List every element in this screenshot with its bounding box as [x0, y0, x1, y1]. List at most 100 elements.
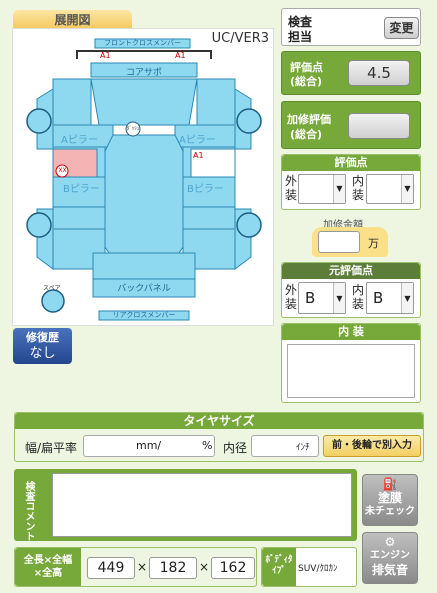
chevron-down-icon: ▼: [401, 283, 413, 313]
body-type-label-box: ﾎﾞﾃﾞｨﾀ ｲﾌﾟ: [262, 548, 296, 586]
extra-score-value[interactable]: [348, 113, 410, 139]
body-type-panel: ﾎﾞﾃﾞｨﾀ ｲﾌﾟ SUV/ｸﾛｶﾝ: [261, 547, 357, 587]
engine-button-line1: エンジン: [370, 550, 410, 561]
orig-outer-label-1: 外: [285, 283, 298, 297]
diagram-tab: 展開図: [13, 10, 132, 30]
score-inner-select[interactable]: ▼: [366, 174, 414, 204]
interior-panel: 内 装: [281, 323, 421, 403]
chevron-down-icon: ▼: [333, 283, 345, 313]
wheel-front-left: [26, 108, 52, 134]
score-outer-select[interactable]: ▼: [298, 174, 346, 204]
orig-inner-select[interactable]: B ▼: [366, 282, 414, 314]
paint-icon: ⛽: [382, 477, 398, 491]
a1-mark-side: A1: [193, 151, 204, 160]
core-support-label: コアサポ: [125, 68, 162, 78]
dim-sep-1: ×: [137, 560, 148, 574]
hood: [90, 78, 198, 126]
tire-width-label: 幅/扁平率: [25, 441, 78, 455]
back-panel-label: バックパネル: [117, 284, 171, 294]
body-type-label-2: ｲﾌﾟ: [272, 566, 286, 576]
rear-cross-label: リアクロスメンバー: [112, 311, 176, 319]
a1-mark-left: A1: [100, 51, 111, 60]
front-bumper-outline: [76, 50, 212, 59]
comment-textarea[interactable]: [52, 473, 352, 537]
interior-title: 内 装: [282, 324, 420, 340]
right-rocker: [182, 206, 236, 230]
orig-outer-label-2: 装: [285, 297, 298, 311]
original-score-panel: 元評価点 外 装 B ▼ 内 装 B ▼: [281, 262, 421, 318]
change-inspector-button[interactable]: 変更: [384, 17, 419, 39]
a-pillar-right-label: Aピラー: [179, 135, 216, 146]
orig-outer-value: B: [305, 289, 316, 307]
score-inner-label-1: 内: [352, 174, 365, 188]
wheel-rear-right: [236, 212, 262, 238]
repair-history-badge: 修復歴 なし: [13, 328, 72, 364]
orig-inner-value: B: [373, 289, 384, 307]
score-points-title: 評価点: [282, 155, 420, 171]
left-rocker: [52, 206, 106, 230]
orig-outer-select[interactable]: B ▼: [298, 282, 346, 314]
repair-history-value: なし: [29, 346, 56, 361]
height-input[interactable]: 162: [211, 557, 255, 579]
comment-label: 検査コメント: [23, 481, 34, 541]
tire-mm-unit: mm/: [136, 439, 162, 452]
paint-check-button[interactable]: ⛽ 塗膜 未チェック: [362, 474, 418, 526]
overall-score-box: 評価点 (総合) 4.5: [281, 51, 421, 95]
spare-tire: [41, 289, 65, 313]
comment-panel: 検査コメント: [14, 469, 357, 541]
body-type-value: SUV/ｸﾛｶﾝ: [298, 564, 338, 574]
tire-split-button[interactable]: 前・後輪で別入力: [323, 435, 421, 457]
orig-inner-label-2: 装: [352, 297, 365, 311]
extra-score-box: 加修評価 (総合): [281, 101, 421, 149]
score-outer-label-1: 外: [285, 174, 298, 188]
extra-score-label-2: (総合): [290, 128, 323, 141]
length-input[interactable]: 449: [87, 557, 135, 579]
wheel-front-right: [236, 108, 262, 134]
b-pillar-right-label: Bピラー: [187, 184, 224, 195]
overall-score-label-2: (総合): [290, 75, 323, 88]
engine-button-line2: 排気音: [371, 563, 408, 577]
front-left-fender: [52, 78, 92, 126]
front-cross-label: フロントクロスメンバー: [104, 39, 181, 47]
dimensions-panel: 全長×全幅 ×全高 449 × 182 × 162: [14, 547, 257, 587]
roof: [104, 134, 184, 260]
inspector-box: 検査 担当 変更: [281, 8, 421, 46]
xx-mark: XX: [58, 167, 67, 174]
a1-mark-right: A1: [175, 51, 186, 60]
front-right-fender: [196, 78, 236, 126]
chevron-down-icon: ▼: [401, 175, 413, 203]
wheel-rear-left: [26, 212, 52, 238]
engine-icon: ⚙: [384, 535, 396, 549]
engine-sound-button[interactable]: ⚙ エンジン 排気音: [362, 532, 418, 584]
dash-label: ﾀﾞｯｼｭ: [126, 126, 140, 132]
tire-panel: タイヤサイズ 幅/扁平率 mm/ % 内径 ｲﾝﾁ 前・後輪で別入力: [14, 412, 424, 462]
dim-sep-2: ×: [199, 560, 210, 574]
extra-score-label-1: 加修評価: [287, 113, 331, 126]
car-diagram[interactable]: UC/VER3 フロントクロスメンバー A1 A1 コアサポ ﾀﾞｯｼｭ Aピラ…: [12, 28, 274, 326]
inspector-label-2: 担当: [288, 30, 313, 44]
spare-label: スペア: [43, 285, 61, 292]
score-outer-label-2: 装: [285, 188, 298, 202]
trunk-floor: [92, 252, 196, 280]
tire-inner-label: 内径: [223, 441, 248, 455]
width-input[interactable]: 182: [149, 557, 197, 579]
orig-inner-label-1: 内: [352, 283, 365, 297]
original-score-title: 元評価点: [282, 263, 420, 279]
tire-inner-input[interactable]: ｲﾝﾁ: [251, 435, 319, 457]
repair-history-title: 修復歴: [26, 331, 59, 344]
repair-cost-box: 万: [312, 227, 388, 257]
interior-textarea[interactable]: [287, 344, 415, 398]
score-inner-label-2: 装: [352, 188, 365, 202]
overall-score-value[interactable]: 4.5: [348, 60, 410, 86]
tire-width-input[interactable]: mm/ %: [83, 435, 215, 457]
paint-button-line1: 塗膜: [377, 491, 402, 505]
paint-button-line2: 未チェック: [365, 506, 415, 517]
repair-cost-input[interactable]: [318, 231, 360, 253]
dimensions-label-2: ×全高: [33, 568, 63, 579]
b-pillar-left-label: Bピラー: [63, 184, 100, 195]
tire-title: タイヤサイズ: [15, 413, 423, 429]
tire-pct-unit: %: [202, 439, 213, 452]
tire-inch-unit: ｲﾝﾁ: [296, 443, 310, 453]
dimensions-label-box: 全長×全幅 ×全高: [15, 548, 81, 586]
repair-cost-unit: 万: [368, 237, 379, 250]
